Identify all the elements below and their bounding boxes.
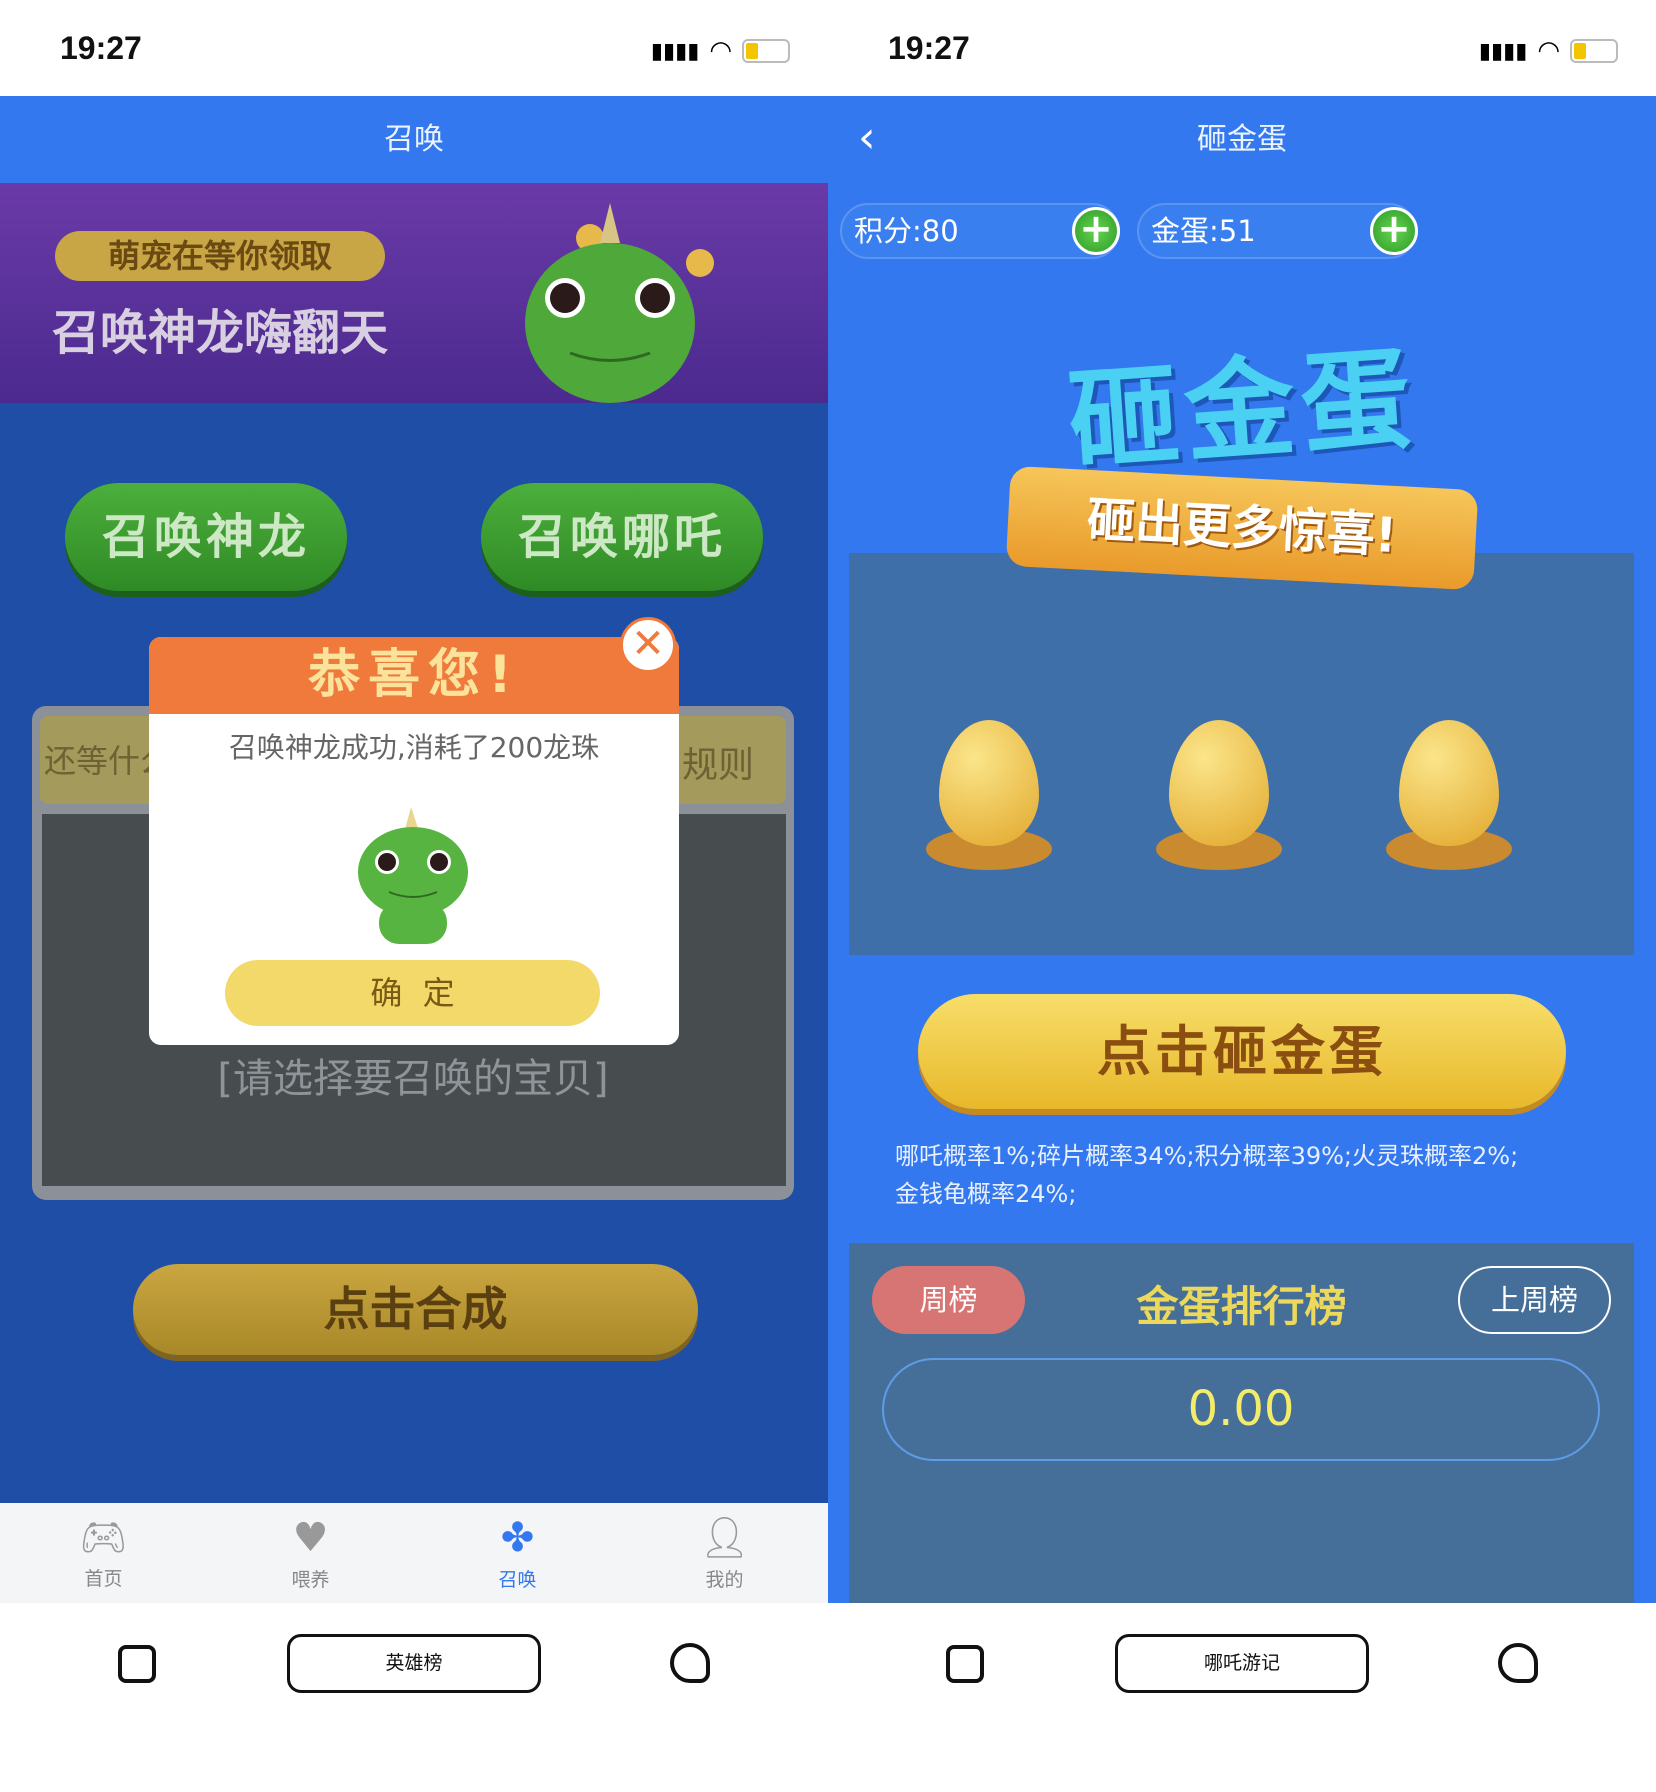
modal-message: 召唤神龙成功,消耗了200龙珠 (228, 731, 600, 764)
golden-egg[interactable] (1156, 720, 1282, 870)
battery-icon (1570, 39, 1618, 63)
right-screen: 19:27 ▮▮▮▮ ◠ 砸金蛋 ‹ 积分:80 + 金蛋:51 + 砸金蛋 砸… (828, 0, 1656, 1792)
status-time: 19:27 (60, 30, 142, 66)
ranking-panel: 周榜 金蛋排行榜 上周榜 0.00 (849, 1243, 1634, 1603)
add-eggs-button[interactable]: + (1370, 207, 1418, 255)
pinwheel-icon: ✤ (500, 1514, 535, 1561)
probability-text: 哪吒概率1%;碎片概率34%;积分概率39%;火灵珠概率2%; 金钱龟概率24%… (895, 1142, 1519, 1208)
dragon-reward-image (358, 807, 468, 944)
smash-egg-button[interactable]: 点击砸金蛋 (918, 994, 1566, 1109)
wifi-icon: ◠ (1537, 36, 1560, 66)
page-title: 召唤 (0, 96, 828, 184)
select-placeholder[interactable]: [请选择要召唤的宝贝] (32, 1046, 794, 1104)
heart-icon: ♥ (292, 1514, 329, 1561)
summon-dragon-button[interactable]: 召唤神龙 (65, 483, 347, 591)
promo-banner[interactable]: 萌宠在等你领取 召唤神龙嗨翻天 (0, 183, 828, 403)
banner-tag: 萌宠在等你领取 (55, 231, 385, 281)
banner-headline: 召唤神龙嗨翻天 (52, 305, 389, 361)
signal-icon: ▮▮▮▮ (1478, 38, 1528, 64)
back-button[interactable]: ‹ (858, 112, 876, 163)
tab-feed[interactable]: ♥ 喂养 (207, 1503, 414, 1603)
signal-icon: ▮▮▮▮ (650, 38, 700, 64)
gamepad-icon: 🎮︎ (79, 1515, 128, 1559)
chevron-left-icon: ‹ (858, 112, 876, 163)
page-title: 砸金蛋 (1197, 122, 1287, 157)
user-icon: 👤︎ (699, 1515, 750, 1561)
modal-title: 恭喜您! (149, 637, 679, 714)
combine-button[interactable]: 点击合成 (133, 1264, 698, 1355)
golden-egg[interactable] (1386, 720, 1512, 870)
nezha-journey-button[interactable]: 哪吒游记 (1115, 1634, 1369, 1693)
wifi-icon: ◠ (709, 36, 732, 66)
golden-egg[interactable] (926, 720, 1052, 870)
tab-summon[interactable]: ✤ 召唤 (414, 1503, 621, 1603)
status-bar: 19:27 ▮▮▮▮ ◠ (828, 0, 1656, 96)
tab-home[interactable]: 🎮︎ 首页 (0, 1503, 207, 1603)
plus-icon: + (1079, 206, 1113, 252)
tab-last-week[interactable]: 上周榜 (1458, 1266, 1611, 1334)
ranking-value: 0.00 (882, 1358, 1600, 1461)
close-icon: ✕ (631, 621, 665, 667)
status-bar: 19:27 ▮▮▮▮ ◠ (0, 0, 828, 96)
window-icon[interactable] (118, 1645, 156, 1683)
add-points-button[interactable]: + (1072, 207, 1120, 255)
status-time: 19:27 (888, 30, 970, 66)
summon-nezha-button[interactable]: 召唤哪吒 (481, 483, 763, 591)
plus-icon: + (1377, 206, 1411, 252)
bottom-nav (0, 1603, 828, 1792)
tab-bar: 🎮︎ 首页 ♥ 喂养 ✤ 召唤 👤︎ 我的 (0, 1503, 828, 1603)
confirm-button[interactable]: 确 定 (225, 960, 600, 1026)
tab-mine[interactable]: 👤︎ 我的 (621, 1503, 828, 1603)
left-screen: 19:27 ▮▮▮▮ ◠ 召唤 萌宠在等你领取 召唤神龙嗨翻天 召唤神龙 召唤哪… (0, 0, 828, 1792)
hero-ranking-button[interactable]: 英雄榜 (287, 1634, 541, 1693)
assistant-icon[interactable] (1498, 1643, 1538, 1683)
success-modal: 恭喜您! 召唤神龙成功,消耗了200龙珠 确 定 (149, 637, 679, 1045)
battery-icon (742, 39, 790, 63)
bottom-nav (828, 1603, 1656, 1792)
window-icon[interactable] (946, 1645, 984, 1683)
assistant-icon[interactable] (670, 1643, 710, 1683)
rules-link[interactable]: 规则 (682, 736, 754, 788)
dragon-mascot-image (525, 203, 714, 403)
close-modal-button[interactable]: ✕ (620, 617, 676, 673)
